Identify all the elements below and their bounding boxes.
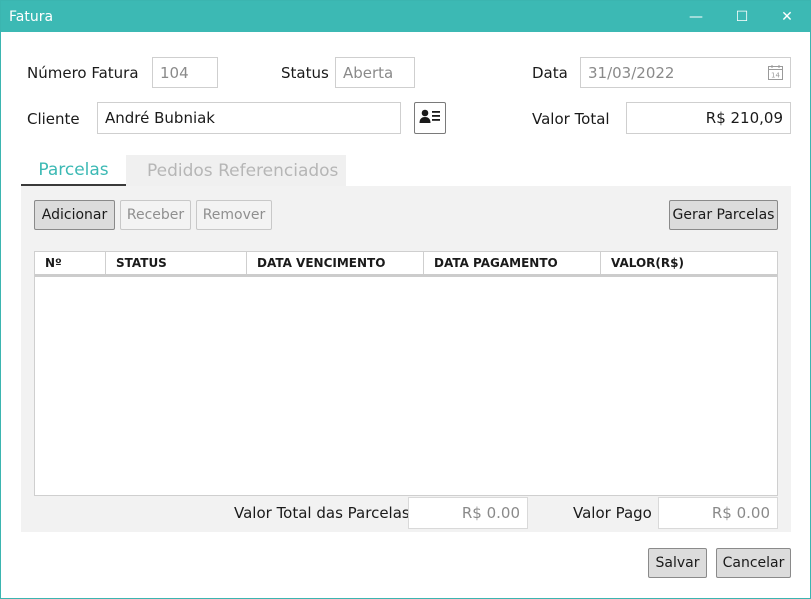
- tab-pedidos-referenciados[interactable]: Pedidos Referenciados: [147, 155, 338, 186]
- data-label: Data: [532, 64, 568, 82]
- fatura-window: Fatura — ☐ ✕ Número Fatura 104 Status Ab…: [0, 0, 811, 599]
- numero-fatura-label: Número Fatura: [27, 64, 139, 82]
- status-field[interactable]: Aberta: [335, 57, 415, 88]
- svg-text:14: 14: [771, 72, 780, 80]
- data-value: 31/03/2022: [588, 63, 675, 82]
- valor-total-field[interactable]: R$ 210,09: [626, 102, 791, 134]
- status-label: Status: [281, 64, 329, 82]
- select-client-button[interactable]: [414, 102, 446, 134]
- adicionar-button[interactable]: Adicionar: [34, 200, 115, 230]
- close-button[interactable]: ✕: [764, 1, 810, 32]
- column-header-status[interactable]: STATUS: [106, 252, 247, 274]
- contact-card-icon: [419, 108, 441, 128]
- remover-button[interactable]: Remover: [196, 200, 272, 230]
- receber-button[interactable]: Receber: [120, 200, 191, 230]
- maximize-button[interactable]: ☐: [719, 1, 765, 32]
- column-header-data-vencimento[interactable]: DATA VENCIMENTO: [247, 252, 424, 274]
- data-field[interactable]: 31/03/2022 14: [580, 57, 791, 88]
- cliente-field[interactable]: André Bubniak: [97, 102, 401, 134]
- salvar-button[interactable]: Salvar: [648, 548, 707, 578]
- valor-total-label: Valor Total: [532, 110, 610, 128]
- gerar-parcelas-button[interactable]: Gerar Parcelas: [669, 200, 778, 230]
- window-title: Fatura: [9, 9, 54, 25]
- title-bar[interactable]: Fatura — ☐ ✕: [1, 1, 810, 32]
- valor-total-parcelas-label: Valor Total das Parcelas: [234, 504, 410, 522]
- cancelar-button[interactable]: Cancelar: [716, 548, 791, 578]
- valor-total-parcelas-field[interactable]: R$ 0.00: [408, 497, 528, 529]
- parcelas-table[interactable]: Nº STATUS DATA VENCIMENTO DATA PAGAMENTO…: [34, 251, 778, 496]
- minimize-button[interactable]: —: [673, 1, 719, 32]
- table-header: Nº STATUS DATA VENCIMENTO DATA PAGAMENTO…: [35, 252, 777, 277]
- valor-pago-label: Valor Pago: [573, 504, 652, 522]
- calendar-icon[interactable]: 14: [767, 64, 784, 85]
- numero-fatura-field[interactable]: 104: [152, 57, 218, 88]
- tab-parcelas[interactable]: Parcelas: [21, 155, 126, 186]
- column-header-data-pagamento[interactable]: DATA PAGAMENTO: [424, 252, 601, 274]
- valor-pago-field[interactable]: R$ 0.00: [658, 497, 778, 529]
- column-header-numero[interactable]: Nº: [35, 252, 106, 274]
- tab-strip: Parcelas Pedidos Referenciados: [21, 155, 346, 186]
- cliente-label: Cliente: [27, 110, 80, 128]
- column-header-valor[interactable]: VALOR(R$): [601, 252, 777, 274]
